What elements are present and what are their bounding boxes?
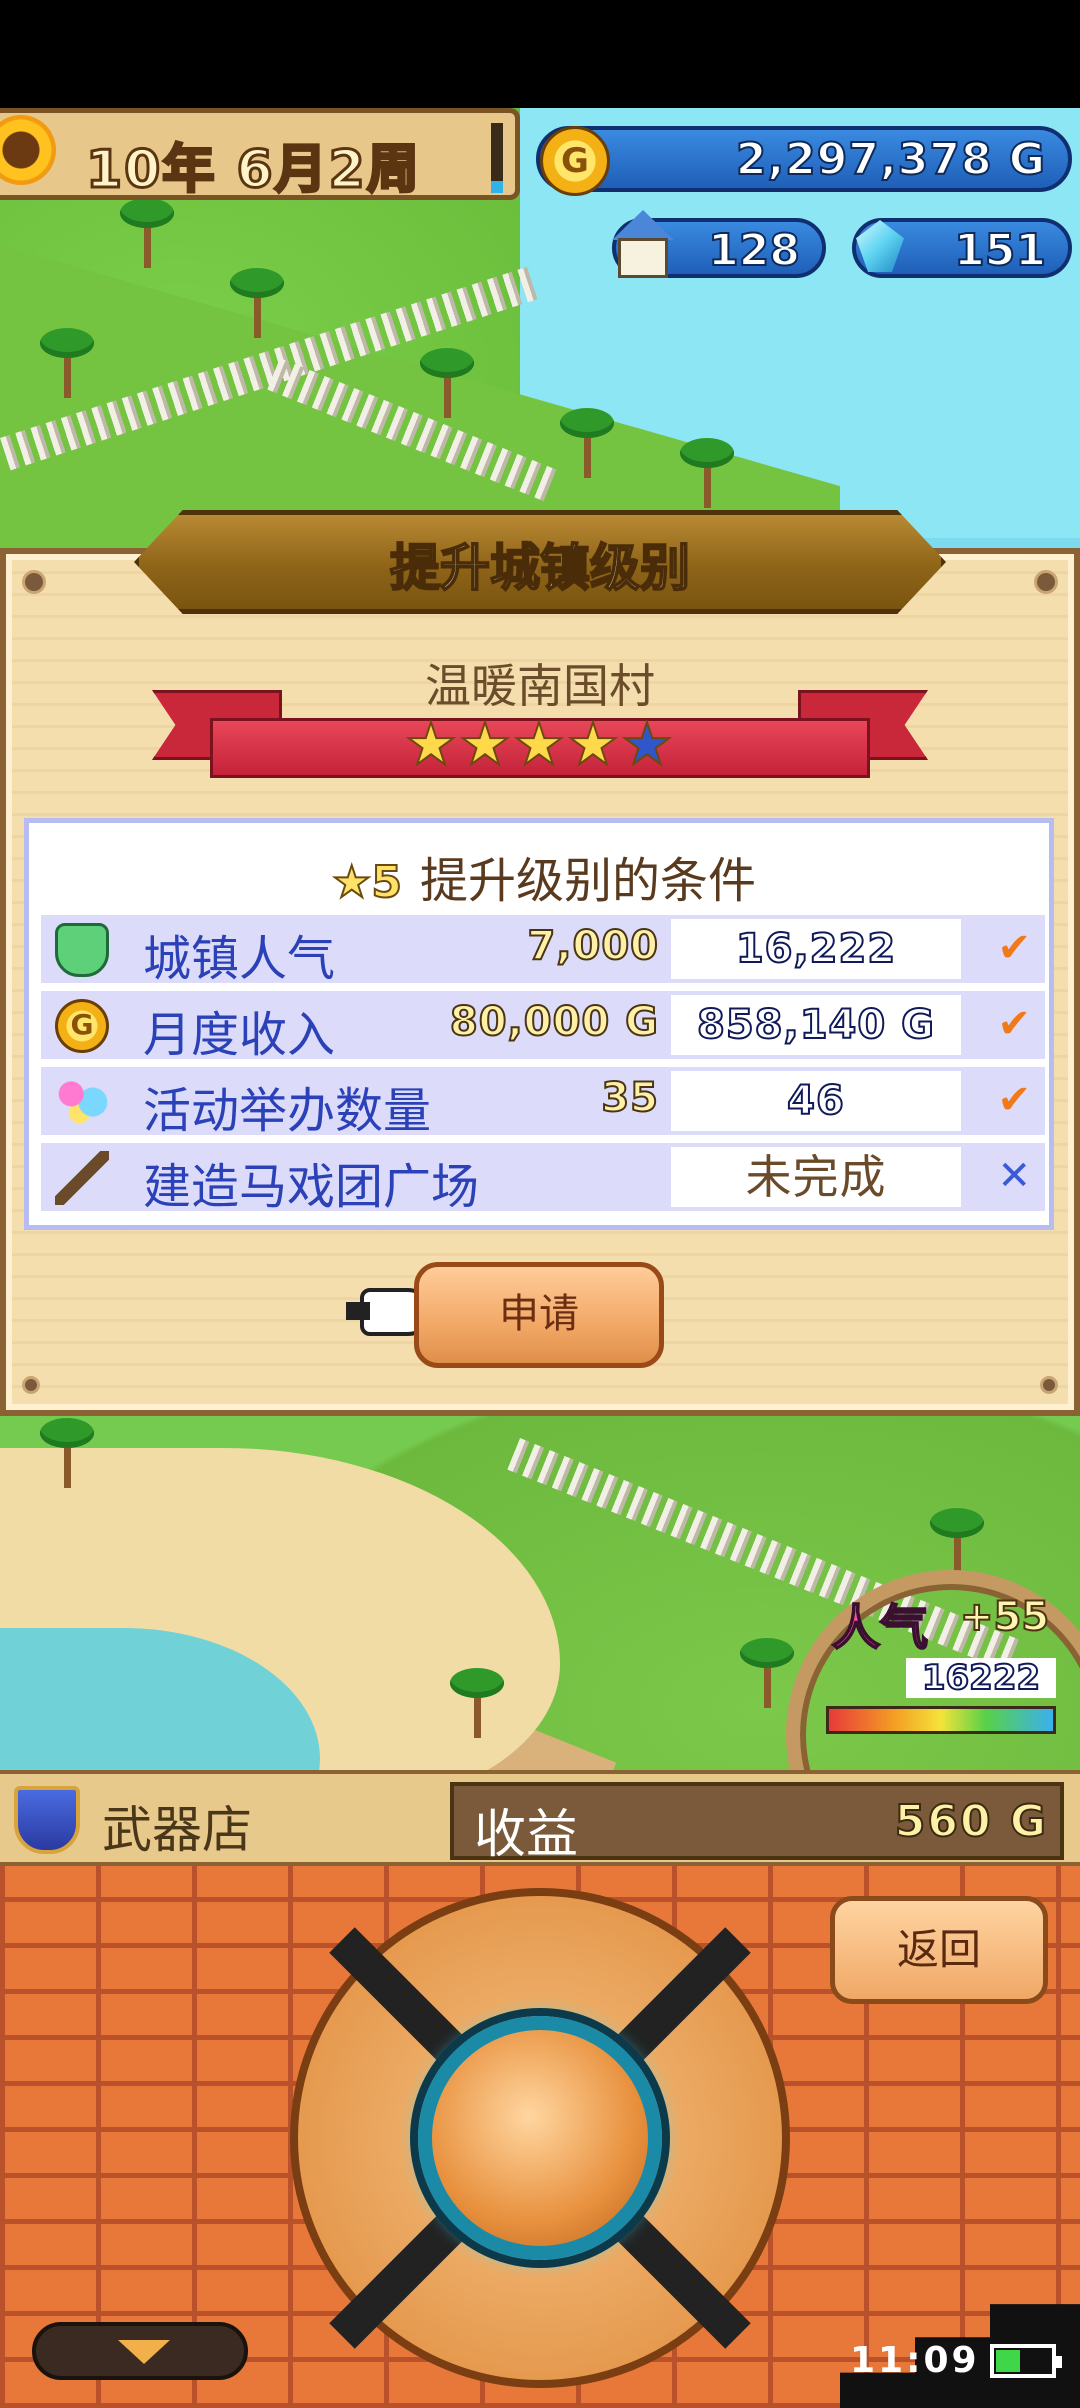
- palm-tree: [930, 1508, 984, 1578]
- filled-star-icon: ★: [512, 709, 567, 779]
- apply-button[interactable]: 申请: [414, 1262, 664, 1368]
- sword-shield-icon: [14, 1786, 80, 1854]
- date-text: 10年 6月2周: [85, 139, 421, 202]
- sunflower-icon: [0, 115, 56, 185]
- condition-label: 月度收入: [143, 1007, 336, 1063]
- gems-count: 151: [953, 224, 1047, 277]
- dialog-title-plate: 提升城镇级别: [94, 502, 986, 622]
- palm-tree: [120, 198, 174, 268]
- conditions-header: ★5 提升级别的条件: [29, 841, 1059, 911]
- back-button[interactable]: 返回: [830, 1896, 1048, 2004]
- condition-label: 城镇人气: [143, 931, 336, 987]
- conditions-panel: ★5 提升级别的条件 城镇人气 7,000 16,222 ✔ G 月度收入 80,…: [24, 818, 1054, 1230]
- battery-icon: [990, 2344, 1062, 2378]
- earnings-panel: 收益 560 G: [450, 1782, 1064, 1865]
- condition-label: 活动举办数量: [143, 1083, 432, 1139]
- week-progress-bar: [491, 123, 503, 193]
- date-panel: 10年 6月2周: [0, 108, 520, 202]
- houses-panel: 128: [612, 210, 826, 278]
- gold-panel: G 2,297,378 G: [536, 126, 1072, 196]
- filled-star-icon: ★: [404, 709, 459, 779]
- condition-required: 7,000: [526, 922, 659, 970]
- popularity-gauge: 人气 +55 16222: [786, 1570, 1080, 1900]
- popularity-delta: +55: [959, 1593, 1050, 1641]
- cross-icon: ✕: [997, 1153, 1031, 1199]
- collapse-arrow-button[interactable]: [32, 2322, 248, 2380]
- palm-tree: [450, 1668, 504, 1738]
- gems-panel: 151: [852, 218, 1072, 278]
- town-rank-stars: ★★★★★: [0, 709, 1080, 779]
- earnings-value: 560 G: [894, 1795, 1048, 1848]
- check-icon: ✔: [997, 925, 1031, 971]
- popularity-label: 人气: [831, 1599, 929, 1657]
- condition-current: 16,222: [671, 919, 961, 979]
- bolt-icon: [1040, 1376, 1058, 1394]
- coin-icon: G: [540, 126, 610, 196]
- condition-current: 46: [671, 1071, 961, 1131]
- building-name: 武器店: [102, 1801, 252, 1859]
- condition-current: 858,140 G: [671, 995, 961, 1055]
- dialog-title: 提升城镇级别: [389, 538, 691, 598]
- palm-tree: [40, 328, 94, 398]
- palm-tree: [680, 438, 734, 508]
- check-icon: ✔: [997, 1001, 1031, 1047]
- condition-required: 80,000 G: [449, 998, 659, 1046]
- empty-star-icon: ★: [620, 709, 675, 779]
- popularity-value: 16222: [906, 1657, 1056, 1699]
- check-icon: ✔: [997, 1077, 1031, 1123]
- balloon-icon: [55, 1075, 109, 1129]
- condition-row: 城镇人气 7,000 16,222 ✔: [41, 915, 1045, 987]
- condition-row: G 月度收入 80,000 G 858,140 G ✔: [41, 991, 1045, 1063]
- popularity-bar: [826, 1706, 1056, 1734]
- condition-current: 未完成: [671, 1147, 961, 1207]
- selected-building-bar: 武器店 收益 560 G: [0, 1770, 1080, 1866]
- conditions-title: 提升级别的条件: [420, 853, 757, 909]
- condition-label: 建造马戏团广场: [143, 1159, 480, 1215]
- coin-icon: G: [55, 999, 109, 1053]
- bolt-icon: [22, 1376, 40, 1394]
- clock: 11:09: [850, 2340, 980, 2381]
- gem-icon: [848, 212, 918, 284]
- condition-row: 建造马戏团广场 未完成 ✕: [41, 1143, 1045, 1215]
- condition-required: 35: [600, 1074, 659, 1122]
- hammer-icon: [55, 1151, 109, 1205]
- palm-tree: [40, 1418, 94, 1488]
- house-icon: [608, 210, 678, 282]
- condition-row: 活动举办数量 35 46 ✔: [41, 1067, 1045, 1139]
- direction-dial[interactable]: [290, 1888, 790, 2388]
- gold-amount: 2,297,378 G: [735, 133, 1046, 186]
- next-level-badge: ★5: [331, 856, 403, 909]
- trophy-icon: [55, 923, 109, 977]
- palm-tree: [420, 348, 474, 418]
- earnings-label: 收益: [474, 1805, 579, 1865]
- filled-star-icon: ★: [458, 709, 513, 779]
- dial-center-button[interactable]: [418, 2016, 662, 2260]
- palm-tree: [230, 268, 284, 338]
- filled-star-icon: ★: [566, 709, 621, 779]
- houses-count: 128: [707, 224, 801, 277]
- palm-tree: [560, 408, 614, 478]
